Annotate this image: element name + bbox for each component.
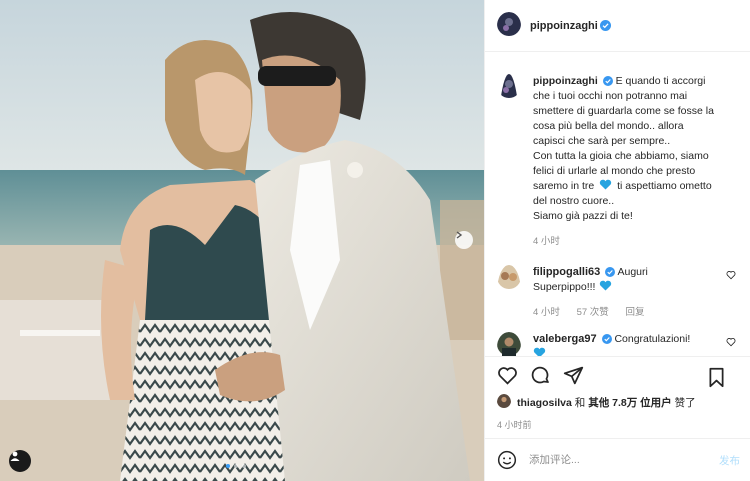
likes-others-label: 其他 (588, 397, 610, 409)
bookmark-icon (709, 367, 724, 388)
comment-icon (531, 366, 549, 384)
caption-line: capisci che sarà per sempre.. (533, 135, 671, 147)
post-header: pippoinzaghi (485, 0, 750, 52)
add-comment-bar: 发布 (485, 438, 750, 481)
caption-line: Con tutta la gioia che abbiamo, siamo (533, 150, 709, 162)
caption-line: smettere di guardarla come se fosse la (533, 105, 714, 117)
heart-icon (498, 367, 517, 385)
author-avatar-image (497, 12, 521, 36)
caption-username[interactable]: pippoinzaghi (533, 75, 598, 87)
comments-list[interactable]: pippoinzaghi E quando ti accorgi che i t… (485, 52, 750, 356)
share-button[interactable] (563, 365, 584, 386)
liker-avatar-image (497, 394, 511, 408)
blue-heart-emoji-icon (600, 179, 612, 190)
caption-line: E quando ti accorgi (615, 75, 706, 87)
comment-text: valeberga97 Congratulazioni! (533, 332, 729, 356)
caption-line: Siamo già pazzi di te! (533, 210, 633, 222)
comment-body: Congratulazioni! (614, 333, 691, 345)
like-button[interactable] (497, 365, 518, 386)
likes-others-link[interactable]: 其他 7.8万 位用户 (588, 397, 671, 409)
carousel-dot (234, 464, 238, 468)
carousel-dot (242, 464, 246, 468)
caption-author-avatar[interactable] (497, 74, 521, 249)
comment-timestamp: 4 小时 (533, 307, 560, 318)
author-avatar[interactable] (497, 12, 521, 39)
blue-heart-emoji-icon (533, 347, 546, 356)
paper-plane-icon (563, 366, 584, 385)
likes-count: 7.8万 (612, 397, 638, 409)
post-actions-bar (485, 356, 750, 394)
commenter-avatar-image (497, 265, 521, 289)
likes-and-text: 和 (574, 397, 586, 409)
caption-line: saremo in tre (533, 180, 595, 192)
comment-body: Auguri (617, 266, 648, 278)
commenter-username[interactable]: filippogalli63 (533, 266, 600, 278)
commenter-avatar[interactable] (497, 332, 521, 356)
comment-meta: 4 小时 57 次赞 回复 (533, 305, 729, 320)
save-button[interactable] (707, 367, 726, 388)
verified-badge-icon (599, 20, 611, 31)
author-username[interactable]: pippoinzaghi (530, 20, 598, 32)
blue-heart-emoji-icon (600, 280, 612, 291)
emoji-icon (497, 450, 517, 470)
likes-liked-text: 赞了 (674, 397, 696, 409)
comment-like-count[interactable]: 57 次赞 (577, 307, 609, 318)
likes-others-suffix: 位用户 (640, 397, 672, 409)
emoji-button[interactable] (497, 450, 517, 470)
comment-input[interactable] (529, 454, 699, 466)
liker-avatar[interactable] (497, 394, 511, 411)
caption-line: ti aspettiamo ometto (617, 180, 712, 192)
caption-timestamp: 4 小时 (533, 236, 560, 247)
comment-body: Superpippo!!! (533, 281, 596, 293)
verified-badge-icon (605, 267, 616, 277)
post-side-panel: pippoinzaghi pippoinzaghi E quando ti ac… (484, 0, 750, 481)
comment-button[interactable] (530, 365, 551, 386)
post-timestamp[interactable]: 4 小时前 (497, 418, 532, 431)
commenter-avatar[interactable] (497, 265, 521, 320)
caption-line: del nostro cuore.. (533, 195, 615, 207)
beach-couple-photo (0, 0, 484, 481)
liker-username[interactable]: thiagosilva (517, 397, 572, 409)
likes-summary: thiagosilva 和 其他 7.8万 位用户 赞了 (497, 394, 742, 411)
heart-icon[interactable] (726, 270, 736, 280)
carousel-indicator (226, 464, 246, 468)
caption-text: pippoinzaghi E quando ti accorgi che i t… (533, 74, 729, 249)
comment-text: filippogalli63 Auguri Superpippo!!! 4 小时… (533, 265, 729, 320)
user-tags-button[interactable] (9, 450, 31, 472)
chevron-right-icon (456, 231, 463, 239)
comment-reply-button[interactable]: 回复 (625, 307, 644, 318)
post-caption: pippoinzaghi E quando ti accorgi che i t… (485, 52, 750, 249)
verified-badge-icon (602, 76, 613, 86)
carousel-next-button[interactable] (455, 231, 473, 249)
caption-line: cosa più bella del mondo.. allora (533, 120, 684, 132)
commenter-username[interactable]: valeberga97 (533, 333, 597, 345)
comment-item: valeberga97 Congratulazioni! (485, 332, 750, 356)
verified-badge-icon (601, 334, 612, 344)
carousel-dot (226, 464, 230, 468)
heart-icon[interactable] (726, 337, 736, 347)
caption-author-avatar-image (497, 74, 521, 98)
post-photo[interactable] (0, 0, 484, 481)
comment-item: filippogalli63 Auguri Superpippo!!! 4 小时… (485, 265, 750, 320)
user-tags-icon (10, 451, 20, 461)
caption-meta: 4 小时 (533, 234, 729, 249)
caption-line: che i tuoi occhi non potranno mai (533, 90, 688, 102)
commenter-avatar-image (497, 332, 521, 356)
post-comment-button[interactable]: 发布 (719, 453, 740, 468)
caption-line: felici di urlarle al mondo che presto (533, 165, 696, 177)
